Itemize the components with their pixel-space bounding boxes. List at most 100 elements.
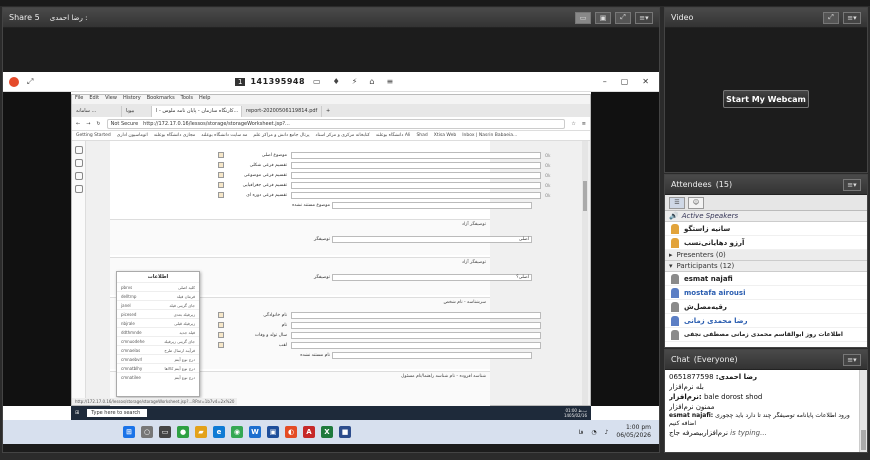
chat-icon[interactable]: ▭ <box>313 77 321 86</box>
menu-icon[interactable]: ≡ <box>386 77 393 86</box>
close-icon[interactable]: ✕ <box>642 77 649 86</box>
menu-file[interactable]: File <box>75 95 83 104</box>
status-view-icon[interactable]: ☺ <box>688 196 704 209</box>
participant-row[interactable]: esmat najafi <box>665 272 867 286</box>
row-input[interactable] <box>291 181 541 189</box>
popup-item[interactable]: ‎cmnuodehe جای گزینی زیرفیلد <box>117 336 199 345</box>
tab-2[interactable]: بیوپا <box>122 106 152 117</box>
menu-bookmarks[interactable]: Bookmarks <box>147 95 175 104</box>
bookmark-9[interactable]: Xtisa Web <box>434 133 456 138</box>
start-icon[interactable]: ⊞ <box>123 426 135 438</box>
row-checkbox[interactable] <box>218 152 224 158</box>
edge-icon[interactable]: e <box>213 426 225 438</box>
list-view-icon[interactable]: ☰ <box>669 196 685 209</box>
attendees-menu-icon[interactable]: ≡▾ <box>843 178 861 191</box>
popup-item[interactable]: ‎ddthmnde فیلد جدید <box>117 327 199 336</box>
firefox-icon[interactable]: ◐ <box>285 426 297 438</box>
bookmark-10[interactable]: Inbox | Nasrin Babaeia... <box>462 133 517 138</box>
back-icon[interactable]: ← <box>76 121 80 127</box>
volume-icon[interactable]: ♪ <box>605 429 609 436</box>
app-icon[interactable]: ● <box>177 426 189 438</box>
remote-search-box[interactable]: Type here to search <box>87 409 148 417</box>
popup-item[interactable]: ‎cmnatilee درج نوع آیتم <box>117 372 199 381</box>
app-icon[interactable]: ▣ <box>267 426 279 438</box>
acrobat-icon[interactable]: A <box>303 426 315 438</box>
bookmark-3[interactable]: مجازی دانشگاه بوعلند <box>154 133 195 138</box>
word-icon[interactable]: W <box>249 426 261 438</box>
row-input[interactable] <box>332 351 532 359</box>
chat-menu-icon[interactable]: ≡▾ <box>843 353 861 366</box>
participant-row[interactable]: اطلاعات روز ابوالقاسم محمدی زمانی مصطفی … <box>665 328 867 342</box>
sidebar-tool-icon[interactable] <box>75 146 83 154</box>
row-input[interactable] <box>291 171 541 179</box>
remote-start-icon[interactable]: ⊞ <box>75 410 79 416</box>
tab-1[interactable]: سامانه ... <box>72 106 122 117</box>
popup-item[interactable]: ‎janel جای گزینی فیلد <box>117 300 199 309</box>
sidebar-tool-icon[interactable] <box>75 185 83 193</box>
fullscreen-icon[interactable]: ⤢ <box>615 11 631 24</box>
menu-view[interactable]: View <box>105 95 117 104</box>
participants-group[interactable]: ▾ Participants (12) <box>665 261 867 272</box>
row-checkbox[interactable] <box>218 322 224 328</box>
popup-item[interactable]: ‎pbrvs کلید اصلی <box>117 282 199 291</box>
tab-pdf[interactable]: report-20200506119814.pdf <box>242 106 322 117</box>
participant-row[interactable]: رضا محمدی زمانی <box>665 314 867 328</box>
wifi-icon[interactable]: ◔ <box>591 429 596 436</box>
bookmark-1[interactable]: Getting Started <box>76 133 111 138</box>
browser-menu-icon[interactable]: ≡ <box>582 121 586 127</box>
descriptor-input[interactable]: اصلی؟ <box>332 273 532 281</box>
fullscreen-icon[interactable]: ⤢ <box>823 11 839 24</box>
row-input[interactable] <box>291 341 541 349</box>
popup-item[interactable]: ‎picesed زیرفیلد بعدی <box>117 309 199 318</box>
bookmark-5[interactable]: پرتال جامع دانش و مراکز علم <box>253 133 309 138</box>
row-checkbox[interactable] <box>218 162 224 168</box>
bookmark-6[interactable]: کتابخانه مرکزی و مرکز اسناد <box>316 133 370 138</box>
start-webcam-button[interactable]: Start My Webcam <box>723 90 809 108</box>
row-checkbox[interactable] <box>218 332 224 338</box>
maximize-icon[interactable]: ▢ <box>621 77 629 86</box>
menu-edit[interactable]: Edit <box>89 95 99 104</box>
menu-tools[interactable]: Tools <box>181 95 193 104</box>
expand-icon[interactable]: ⤢ <box>27 77 33 87</box>
language-indicator[interactable]: فا <box>579 429 584 436</box>
share-pod-menu-icon[interactable]: ≡▾ <box>635 11 653 24</box>
row-input[interactable] <box>291 161 541 169</box>
home-icon[interactable]: ⌂ <box>369 77 374 86</box>
menu-help[interactable]: Help <box>199 95 210 104</box>
popup-item[interactable]: ‎delltrnp فرمان فیلد <box>117 291 199 300</box>
row-input[interactable] <box>291 331 541 339</box>
participant-row[interactable]: mostafa airousi <box>665 286 867 300</box>
star-icon[interactable]: ☆ <box>571 121 575 127</box>
scroll-thumb[interactable] <box>861 430 866 450</box>
search-icon[interactable]: ○ <box>141 426 153 438</box>
actions-icon[interactable]: ♦ <box>333 77 340 86</box>
bookmark-2[interactable]: اتوماسیون اداری <box>117 133 148 138</box>
lightning-icon[interactable]: ⚡ <box>352 77 358 86</box>
reload-icon[interactable]: ↻ <box>96 121 100 127</box>
chat-scrollbar[interactable] <box>859 370 867 452</box>
tab-active[interactable]: کارنگاه سازمان - پایان نامه ملوس - ا... <box>152 106 242 117</box>
bookmark-8[interactable]: Shad <box>416 133 427 138</box>
excel-icon[interactable]: X <box>321 426 333 438</box>
active-speaker-row[interactable]: آرزو دهایانی‌نسب <box>665 236 867 250</box>
sidebar-tool-icon[interactable] <box>75 172 83 180</box>
popup-item[interactable]: ‎cmnaelas فرآیند ارسال طرح <box>117 345 199 354</box>
row-input[interactable] <box>332 201 532 209</box>
popup-item[interactable]: ‎cmnaebvrl درج نوع آیتم <box>117 354 199 363</box>
url-field[interactable]: Not Secure http://172.17.0.16/lessos/sto… <box>106 118 566 129</box>
scroll-thumb[interactable] <box>583 181 587 211</box>
new-tab-button[interactable]: + <box>322 106 336 117</box>
participant-row[interactable]: رقیه‌مصل‌ش <box>665 300 867 314</box>
file-explorer-icon[interactable]: ▰ <box>195 426 207 438</box>
forward-icon[interactable]: → <box>86 121 90 127</box>
row-checkbox[interactable] <box>218 172 224 178</box>
row-checkbox[interactable] <box>218 312 224 318</box>
row-input[interactable] <box>291 321 541 329</box>
bookmark-4[interactable]: مه سایت دانشگاه بوعلند <box>201 133 247 138</box>
row-input[interactable] <box>291 191 541 199</box>
row-input[interactable] <box>291 151 541 159</box>
task-view-icon[interactable]: ▭ <box>159 426 171 438</box>
sidebar-tool-icon[interactable] <box>75 159 83 167</box>
row-checkbox[interactable] <box>218 342 224 348</box>
active-speaker-row[interactable]: سانیه زاستگو <box>665 222 867 236</box>
